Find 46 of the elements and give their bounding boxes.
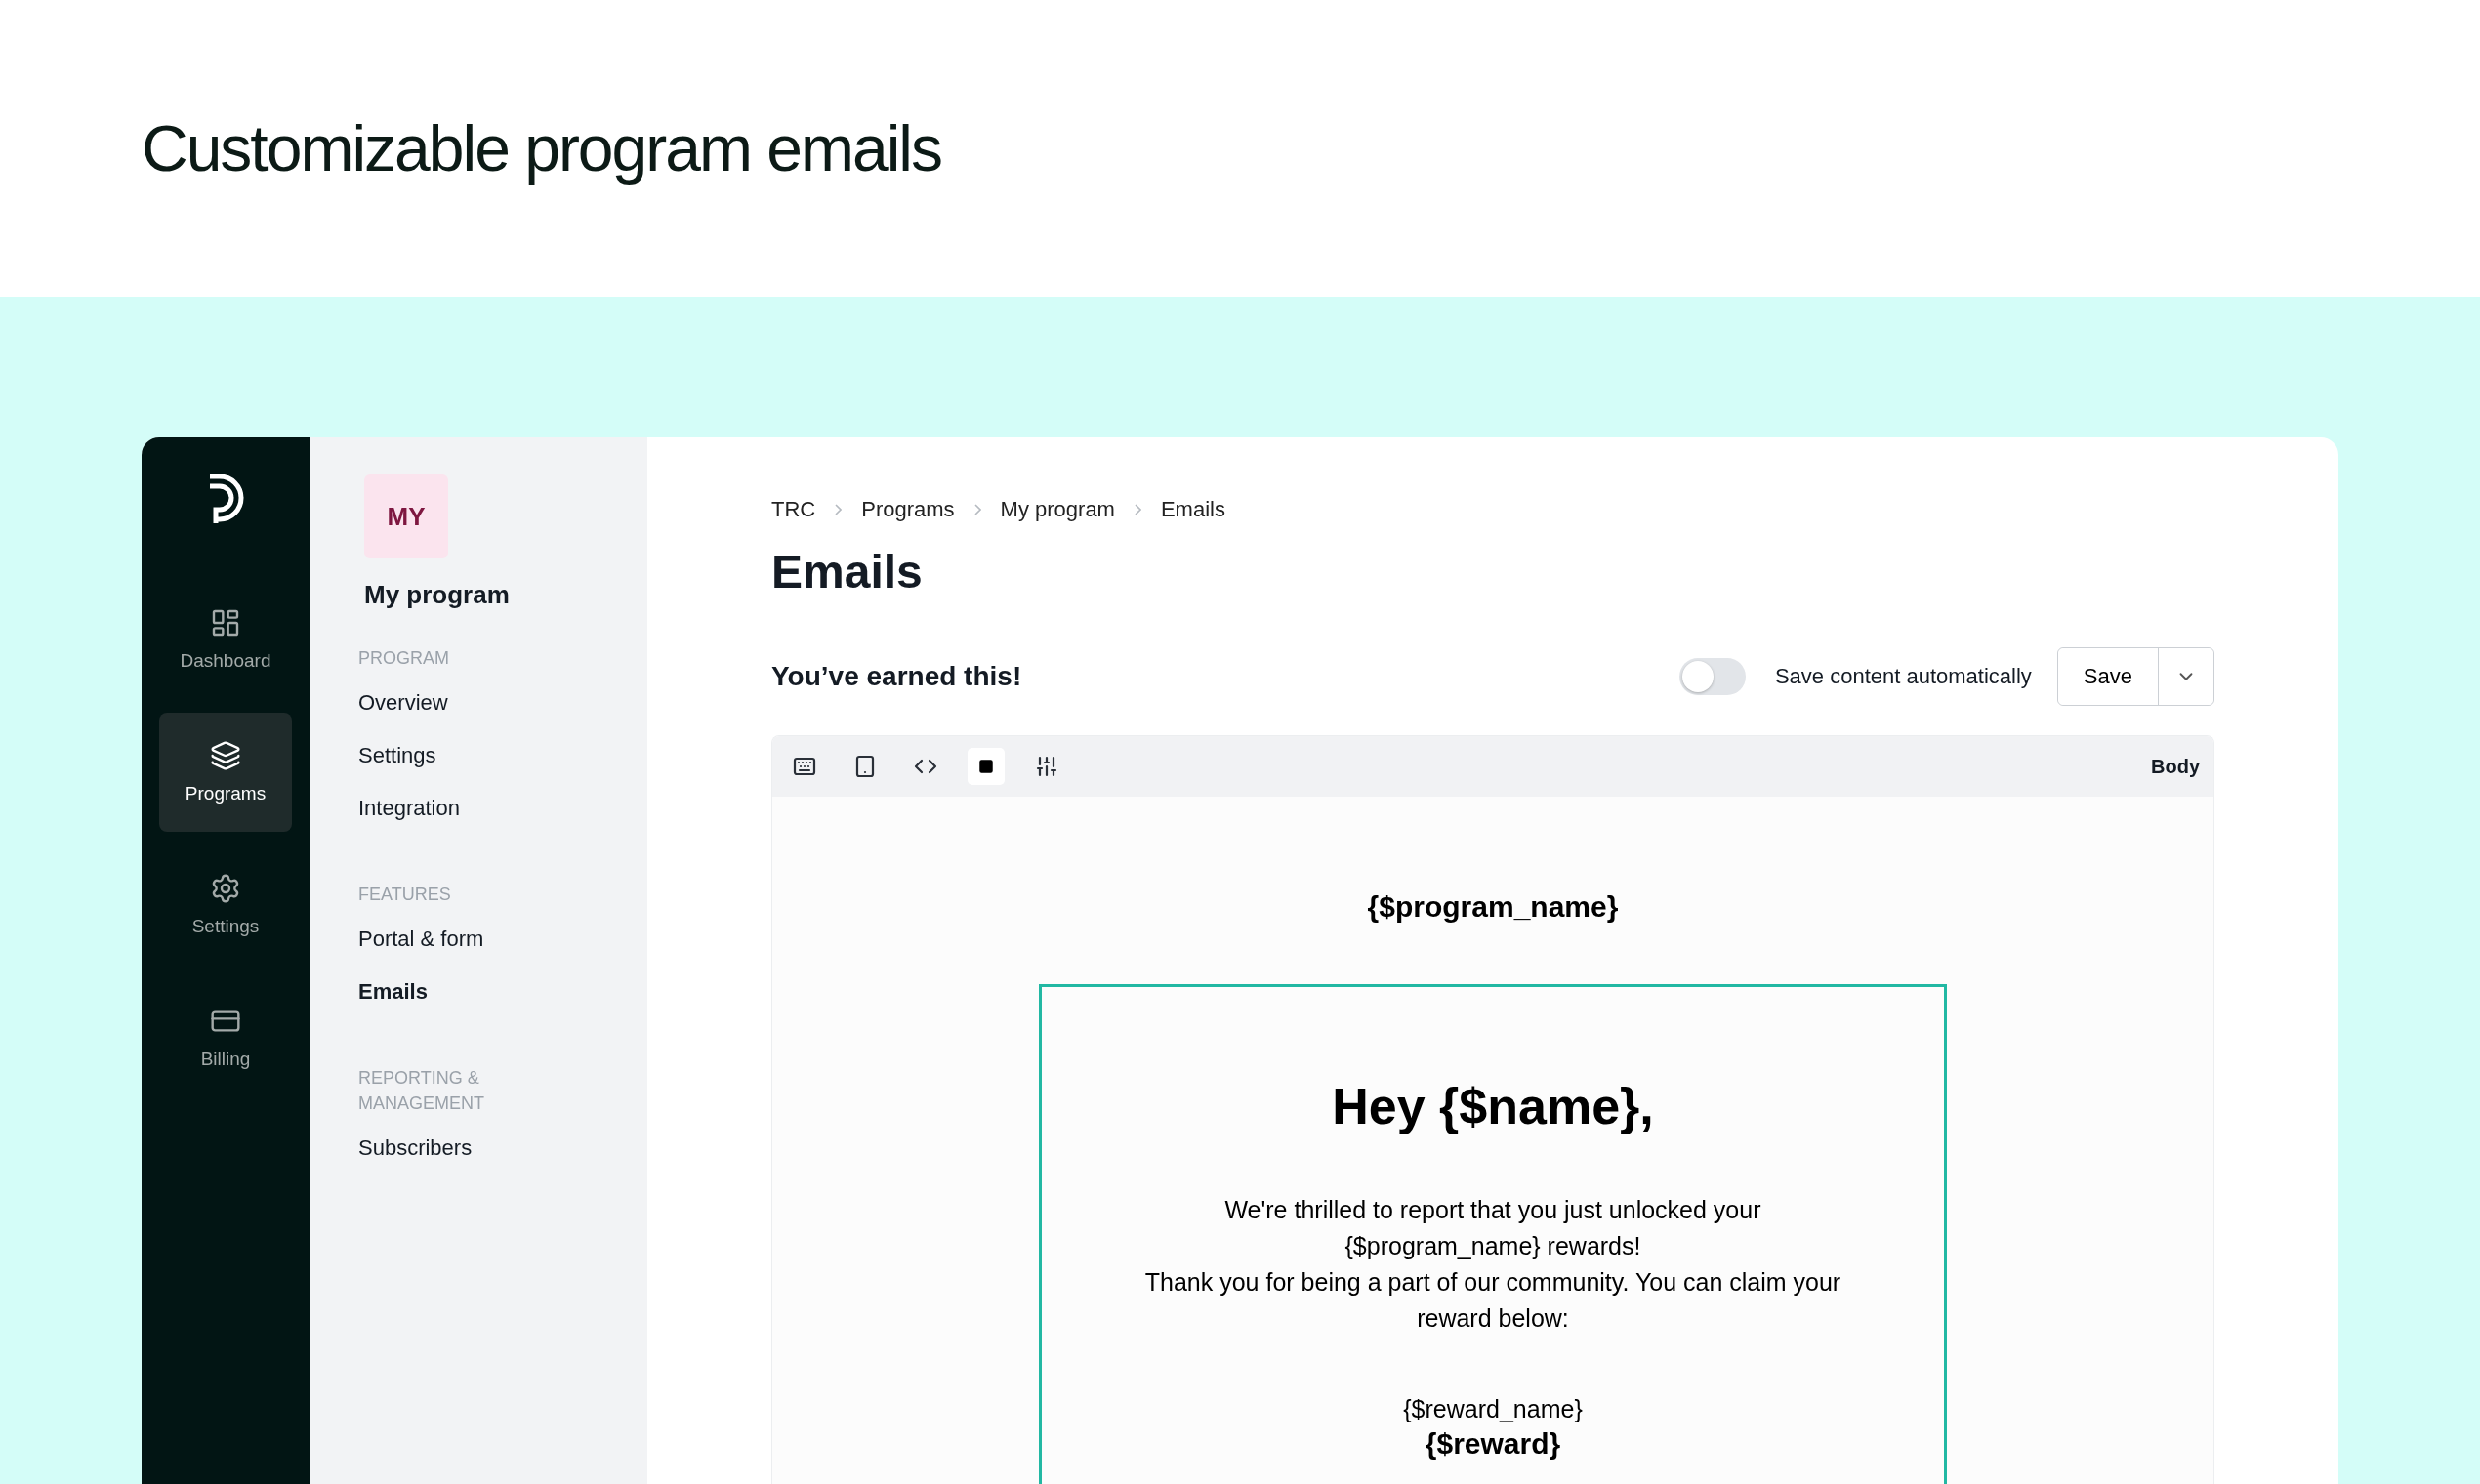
breadcrumb-link[interactable]: Programs bbox=[861, 497, 955, 522]
program-name: My program bbox=[364, 580, 511, 610]
sliders-icon bbox=[1035, 755, 1058, 778]
autosave-label: Save content automatically bbox=[1774, 664, 2032, 689]
keyboard-icon bbox=[793, 755, 816, 778]
nav-item[interactable]: Billing bbox=[159, 978, 292, 1097]
chevron-icon bbox=[1134, 504, 1141, 515]
sidebar-item[interactable]: Overview bbox=[358, 677, 647, 729]
sidebar-item[interactable]: Settings bbox=[358, 729, 647, 782]
greeting: Hey {$name}, bbox=[1332, 1077, 1654, 1135]
nav-label: Dashboard bbox=[180, 650, 271, 672]
reward-value: {$reward} bbox=[1425, 1427, 1561, 1461]
section-heading: PROGRAM bbox=[358, 647, 450, 670]
layers-icon bbox=[210, 740, 241, 771]
sidebar-item[interactable]: Emails bbox=[358, 966, 647, 1018]
page-heading: Emails bbox=[771, 545, 924, 598]
page-title: Customizable program emails bbox=[142, 111, 941, 186]
email-header-text: {$program_name} bbox=[1367, 890, 1619, 924]
email-subject: You’ve earned this! bbox=[771, 661, 1023, 692]
dashboard-icon bbox=[210, 607, 241, 639]
breadcrumb-link[interactable]: My program bbox=[1000, 497, 1115, 522]
gear-icon bbox=[210, 873, 241, 904]
chevron-icon bbox=[973, 504, 981, 515]
toolbar-button[interactable] bbox=[968, 748, 1005, 785]
reward-name: {$reward_name} bbox=[1403, 1395, 1583, 1423]
section-heading: REPORTING & MANAGEMENT bbox=[358, 1067, 485, 1115]
program-avatar: MY bbox=[364, 474, 448, 558]
breadcrumb-link[interactable]: Emails bbox=[1160, 497, 1225, 522]
chevron-icon bbox=[835, 504, 843, 515]
save-button[interactable]: Save bbox=[2057, 648, 2159, 705]
square-icon bbox=[978, 759, 994, 774]
autosave-toggle[interactable] bbox=[1678, 658, 1746, 695]
nav-label: Settings bbox=[191, 916, 260, 937]
sidebar-item[interactable]: Portal & form bbox=[358, 913, 647, 966]
panel-label: Body bbox=[2151, 755, 2200, 778]
nav-item[interactable]: Dashboard bbox=[159, 580, 292, 699]
nav-item[interactable]: Programs bbox=[159, 713, 292, 832]
nav-label: Programs bbox=[185, 783, 267, 804]
tablet-icon bbox=[853, 755, 877, 778]
nav-label: Billing bbox=[200, 1049, 251, 1070]
sidebar-item[interactable]: Integration bbox=[358, 782, 647, 835]
sidebar-item[interactable]: Subscribers bbox=[358, 1122, 647, 1175]
nav-item[interactable]: Settings bbox=[159, 845, 292, 965]
email-paragraph: We're thrilled to report that you just unlocked your {$program_name} rewards! Thank you for being a part of our community. You can claim your reward below: bbox=[1144, 1195, 1841, 1334]
breadcrumb-link[interactable]: TRC bbox=[771, 497, 816, 522]
section-heading: FEATURES bbox=[358, 884, 452, 906]
